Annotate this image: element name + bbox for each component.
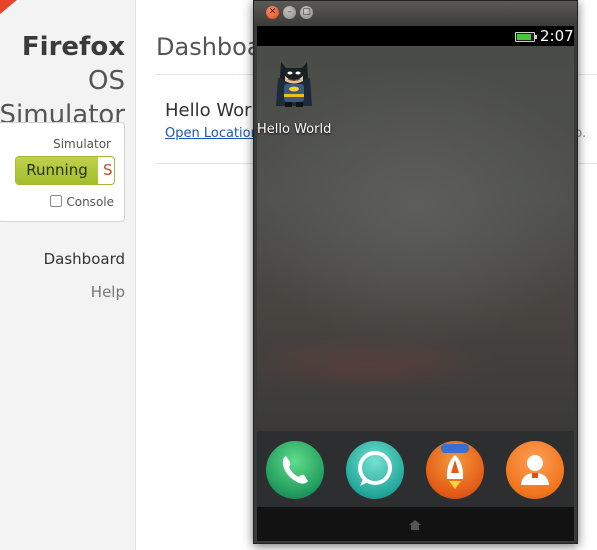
home-icon[interactable]: [408, 517, 422, 531]
sidebar: Firefox OS Simulator Simulator Running S…: [0, 0, 136, 550]
app-label[interactable]: Hello World: [257, 122, 331, 137]
maximize-icon[interactable]: ▢: [300, 6, 313, 19]
phone-icon[interactable]: [266, 441, 324, 499]
simulator-running-label[interactable]: Running: [16, 157, 98, 184]
simulator-toggle[interactable]: Running S: [15, 156, 115, 185]
simulator-panel: Simulator Running S Console: [0, 122, 125, 222]
navigation-bar: [257, 507, 574, 541]
status-bar: 2:07: [257, 26, 574, 46]
homescreen: Hello World: [257, 46, 574, 431]
console-checkbox[interactable]: [50, 195, 63, 207]
status-clock: 2:07: [540, 27, 574, 45]
messages-icon[interactable]: [346, 441, 404, 499]
batman-app-icon[interactable]: [275, 58, 313, 108]
battery-icon: [515, 32, 537, 42]
app-name-bold: Firefox: [21, 32, 125, 62]
console-option[interactable]: Console: [50, 195, 114, 209]
browser-rocket-icon[interactable]: [426, 441, 484, 499]
nav-item-help[interactable]: Help: [91, 283, 125, 301]
simulator-label: Simulator: [53, 137, 111, 151]
device-screen: 2:07 Hello World: [257, 26, 574, 541]
app-name: Firefox OS Simulator: [0, 30, 125, 132]
simulator-window: ✕ – ▢ 2:07 Hello World: [253, 0, 578, 544]
close-icon[interactable]: ✕: [266, 6, 279, 19]
battery-fill: [517, 34, 531, 40]
dock: [257, 431, 574, 507]
app-name-light: OS: [88, 66, 125, 96]
console-label: Console: [66, 195, 114, 209]
contacts-icon[interactable]: [506, 441, 564, 499]
nav-item-dashboard[interactable]: Dashboard: [44, 250, 125, 268]
window-titlebar[interactable]: ✕ – ▢: [254, 1, 577, 26]
beta-ribbon: [0, 0, 22, 25]
simulator-stopped-label[interactable]: S: [99, 157, 114, 184]
minimize-icon[interactable]: –: [283, 6, 296, 19]
open-location-link[interactable]: Open Location: [165, 126, 259, 141]
